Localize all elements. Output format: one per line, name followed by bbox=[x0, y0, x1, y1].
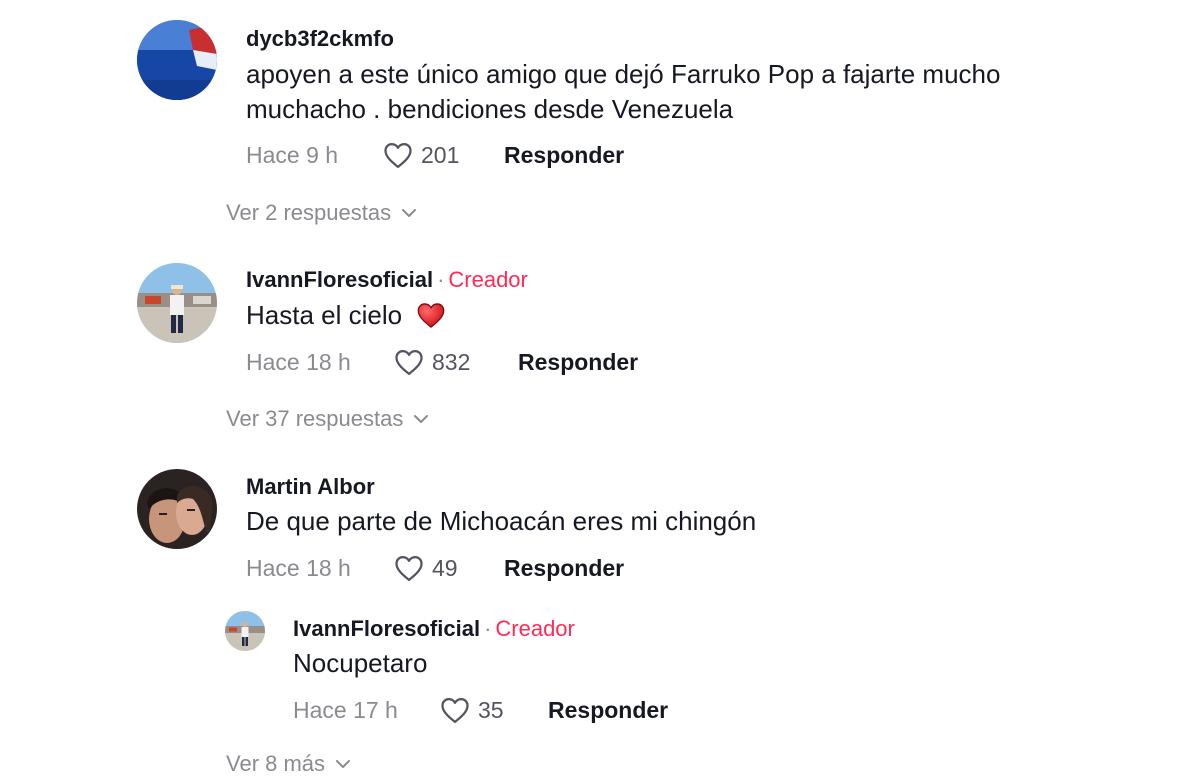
like-button[interactable]: 49 bbox=[394, 554, 504, 582]
like-button[interactable]: 832 bbox=[394, 348, 518, 376]
view-more-replies-button[interactable]: Ver 8 más bbox=[226, 751, 351, 777]
comment-username[interactable]: dycb3f2ckmfo bbox=[246, 26, 394, 52]
view-replies-button[interactable]: Ver 2 respuestas bbox=[226, 200, 417, 226]
like-count: 832 bbox=[432, 348, 471, 375]
chevron-down-icon bbox=[414, 415, 429, 423]
reply-button[interactable]: Responder bbox=[504, 555, 624, 582]
reply-button[interactable]: Responder bbox=[518, 349, 638, 376]
comment-timestamp: Hace 18 h bbox=[246, 554, 351, 581]
reply-button[interactable]: Responder bbox=[504, 142, 624, 169]
heart-outline-icon bbox=[384, 143, 412, 168]
creator-badge: Creador bbox=[448, 267, 528, 292]
comment-username[interactable]: Martin Albor bbox=[246, 474, 375, 500]
view-replies-button[interactable]: Ver 37 respuestas bbox=[226, 406, 429, 432]
comment-text-label: Hasta el cielo bbox=[246, 300, 403, 330]
username-label: IvannFloresoficial bbox=[293, 616, 481, 641]
view-replies-label: Ver 37 respuestas bbox=[226, 406, 404, 431]
comment-text: Hasta el cielo bbox=[246, 298, 447, 333]
comment-timestamp: Hace 9 h bbox=[246, 141, 339, 168]
avatar[interactable] bbox=[137, 469, 217, 549]
comment-username[interactable]: IvannFloresoficial · Creador bbox=[293, 616, 575, 642]
avatar[interactable] bbox=[225, 611, 265, 651]
like-count: 35 bbox=[478, 696, 504, 723]
separator-dot: · bbox=[437, 267, 445, 292]
heart-outline-icon bbox=[441, 698, 469, 723]
comment-meta: Hace 17 h 35 Responder bbox=[293, 696, 668, 724]
chevron-down-icon bbox=[402, 209, 417, 217]
comment-timestamp: Hace 17 h bbox=[293, 696, 398, 723]
comment-text-continued: muchacho . bendiciones desde Venezuela bbox=[246, 94, 734, 124]
like-button[interactable]: 201 bbox=[383, 141, 504, 169]
comment-meta: Hace 18 h 832 Responder bbox=[246, 348, 638, 376]
heart-outline-icon bbox=[395, 556, 423, 581]
comment-meta: Hace 9 h 201 Responder bbox=[246, 141, 624, 169]
creator-badge: Creador bbox=[495, 616, 575, 641]
reply-button[interactable]: Responder bbox=[548, 697, 668, 724]
separator-dot: · bbox=[484, 616, 492, 641]
comment-text: De que parte de Michoacán eres mi chingó… bbox=[246, 506, 757, 536]
comment-timestamp: Hace 18 h bbox=[246, 348, 351, 375]
comment-meta: Hace 18 h 49 Responder bbox=[246, 554, 624, 582]
like-button[interactable]: 35 bbox=[440, 696, 548, 724]
avatar[interactable] bbox=[137, 263, 217, 343]
view-more-label: Ver 8 más bbox=[226, 751, 326, 776]
comment-text: Nocupetaro bbox=[293, 648, 428, 678]
comment-username[interactable]: IvannFloresoficial · Creador bbox=[246, 267, 528, 293]
red-heart-emoji-icon bbox=[417, 303, 445, 328]
heart-outline-icon bbox=[395, 350, 423, 375]
like-count: 49 bbox=[432, 554, 458, 581]
comment-text: apoyen a este único amigo que dejó Farru… bbox=[246, 59, 1001, 89]
avatar[interactable] bbox=[137, 20, 217, 100]
username-label: IvannFloresoficial bbox=[246, 267, 434, 292]
view-replies-label: Ver 2 respuestas bbox=[226, 200, 392, 225]
like-count: 201 bbox=[421, 141, 460, 168]
